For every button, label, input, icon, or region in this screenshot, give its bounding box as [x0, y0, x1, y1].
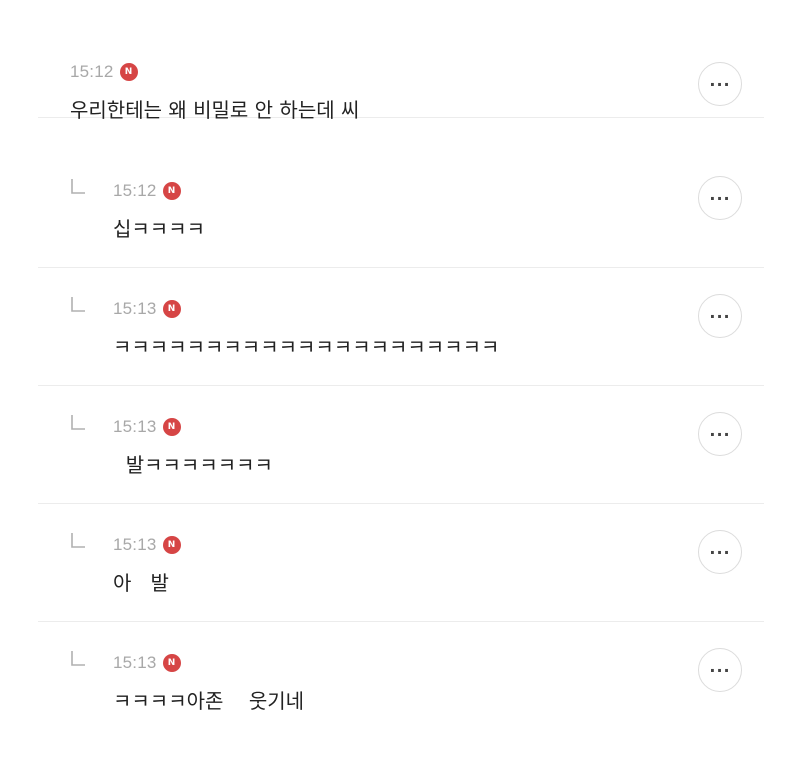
comment-meta: 15:13 N: [113, 653, 181, 673]
comment-time: 15:13: [113, 653, 157, 672]
comment-text: ㅋㅋㅋㅋ아존 웃기네: [113, 689, 305, 713]
reply-arrow-icon: [71, 415, 85, 430]
more-options-button[interactable]: ···: [698, 648, 742, 692]
comment-time: 15:12: [70, 62, 114, 81]
comment-meta: 15:13 N: [113, 535, 181, 555]
more-options-button[interactable]: ···: [698, 412, 742, 456]
new-badge-icon: N: [162, 182, 181, 200]
comment-meta: 15:13 N: [113, 417, 181, 437]
more-options-button[interactable]: ···: [698, 530, 742, 574]
comment-item: 15:12 N 우리한테는 왜 비밀로 안 하는데 씨 ···: [38, 0, 764, 122]
new-badge-icon: N: [162, 418, 181, 436]
more-options-button[interactable]: ···: [698, 176, 742, 220]
comment-meta: 15:13 N: [113, 299, 181, 319]
comment-meta: 15:12 N: [113, 181, 181, 201]
new-badge-icon: N: [162, 536, 181, 554]
reply-arrow-icon: [71, 297, 85, 312]
reply-item: 15:13 N ㅋㅋㅋㅋㅋㅋㅋㅋㅋㅋㅋㅋㅋㅋㅋㅋㅋㅋㅋㅋㅋ ···: [38, 268, 764, 386]
comment-time: 15:12: [113, 181, 157, 200]
comment-text: ㅋㅋㅋㅋㅋㅋㅋㅋㅋㅋㅋㅋㅋㅋㅋㅋㅋㅋㅋㅋㅋ: [113, 335, 500, 359]
reply-item: 15:12 N 십ㅋㅋㅋㅋ ···: [38, 150, 764, 268]
comment-text: 우리한테는 왜 비밀로 안 하는데 씨: [70, 98, 360, 122]
comment-time: 15:13: [113, 417, 157, 436]
more-options-button[interactable]: ···: [698, 294, 742, 338]
new-badge-icon: N: [162, 300, 181, 318]
reply-item: 15:13 N 아 발 ···: [38, 504, 764, 622]
comment-meta: 15:12 N: [70, 62, 138, 82]
comment-thread: 15:12 N 우리한테는 왜 비밀로 안 하는데 씨 ··· 15:12 N …: [0, 0, 800, 773]
comment-time: 15:13: [113, 535, 157, 554]
new-badge-icon: N: [119, 63, 138, 81]
reply-arrow-icon: [71, 179, 85, 194]
comment-text: 십ㅋㅋㅋㅋ: [113, 217, 205, 241]
comment-time: 15:13: [113, 299, 157, 318]
reply-item: 15:13 N ㅋㅋㅋㅋ아존 웃기네 ···: [38, 622, 764, 740]
comment-text: 아 발: [113, 571, 169, 595]
reply-arrow-icon: [71, 651, 85, 666]
more-options-button[interactable]: ···: [698, 62, 742, 106]
reply-item: 15:13 N 발ㅋㅋㅋㅋㅋㅋㅋ ···: [38, 386, 764, 504]
reply-arrow-icon: [71, 533, 85, 548]
comment-text: 발ㅋㅋㅋㅋㅋㅋㅋ: [113, 453, 273, 477]
new-badge-icon: N: [162, 654, 181, 672]
